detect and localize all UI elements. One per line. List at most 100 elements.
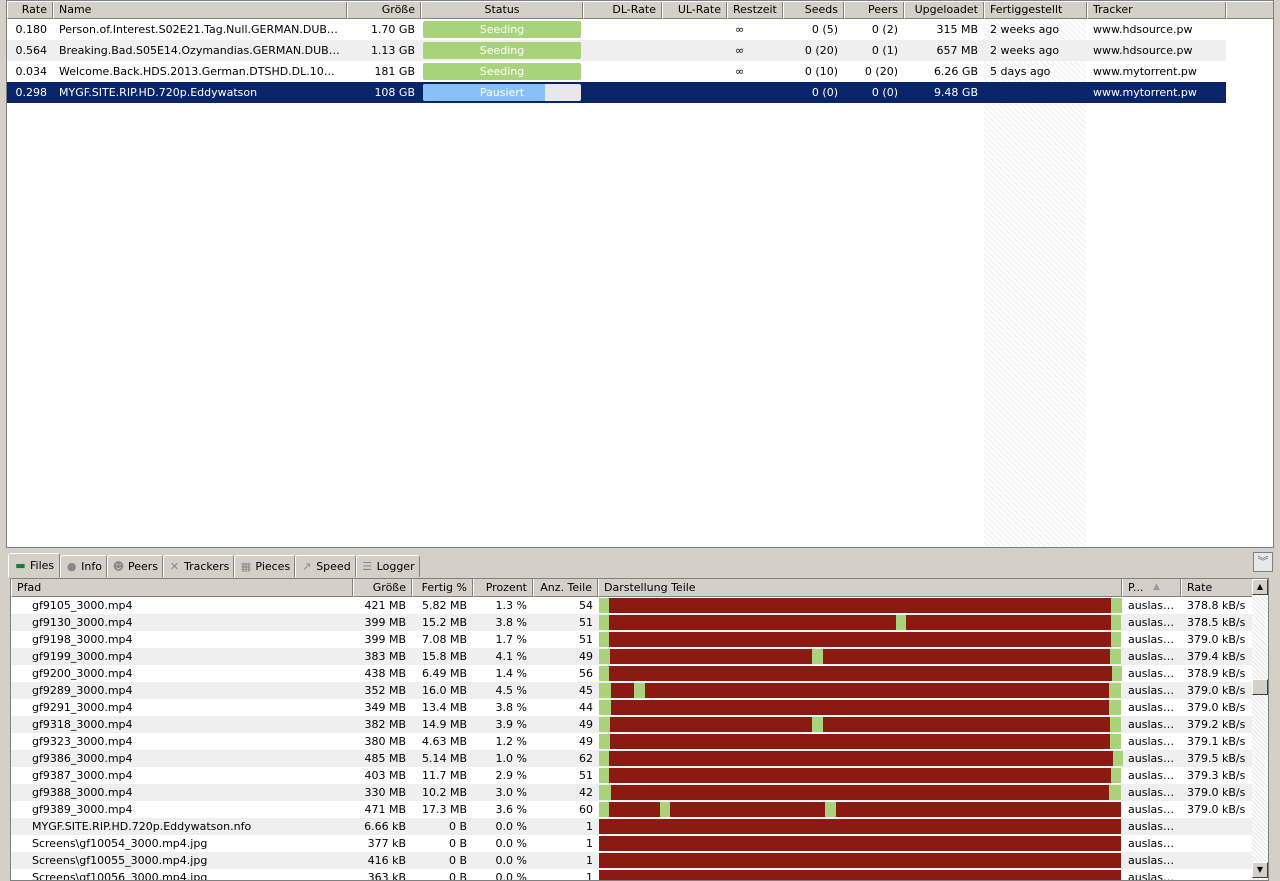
torrent-name: Welcome.Back.HDS.2013.German.DTSHD.DL.10… xyxy=(59,65,347,78)
torrent-uploaded: 6.26 GB xyxy=(933,65,978,78)
file-row[interactable]: gf9198_3000.mp4 399 MB 7.08 MB 1.7 % 51 ausla… xyxy=(11,631,1254,648)
pieces-bar xyxy=(599,700,1121,715)
tab-speed[interactable]: ↗ Speed xyxy=(295,555,356,577)
done-piece xyxy=(825,802,836,817)
pieces-bar xyxy=(599,785,1121,800)
file-prio[interactable]: auslassen xyxy=(1122,631,1181,648)
column-header-seeds[interactable]: Seeds xyxy=(783,2,844,19)
scroll-thumb[interactable] xyxy=(1252,679,1268,695)
tab-info[interactable]: ● Info xyxy=(60,555,107,577)
column-header-tracker[interactable]: Tracker xyxy=(1087,2,1226,19)
column-header-size[interactable]: Größe xyxy=(347,2,421,19)
file-done: 6.49 MB xyxy=(421,667,467,680)
file-prio[interactable]: auslassen xyxy=(1122,835,1181,852)
file-row[interactable]: gf9388_3000.mp4 330 MB 10.2 MB 3.0 % 42 ausla… xyxy=(11,784,1254,801)
file-prio[interactable]: auslassen xyxy=(1122,716,1181,733)
tab-trackers[interactable]: ✕ Trackers xyxy=(163,555,235,577)
column-header-status[interactable]: Status xyxy=(421,2,583,19)
done-piece xyxy=(599,666,610,681)
done-piece xyxy=(633,683,646,698)
file-prio[interactable]: auslassen xyxy=(1122,665,1181,682)
column-header-completed[interactable]: Fertiggestellt xyxy=(984,2,1087,19)
file-row[interactable]: gf9200_3000.mp4 438 MB 6.49 MB 1.4 % 56 ausla… xyxy=(11,665,1254,682)
scroll-up-button[interactable]: ▲ xyxy=(1252,579,1268,595)
file-prio[interactable]: auslassen xyxy=(1122,699,1181,716)
file-row[interactable]: Screens\gf10054_3000.mp4.jpg 377 kB 0 B 0.0… xyxy=(11,835,1254,852)
column-header-name[interactable]: Name xyxy=(53,2,347,19)
column-header-pct[interactable]: Prozent xyxy=(473,579,533,597)
torrent-row[interactable]: 0.298 MYGF.SITE.RIP.HD.720p.Eddywatson 108… xyxy=(7,81,1227,104)
collapse-panel-button[interactable]: ︾ xyxy=(1253,552,1273,572)
torrent-size: 181 GB xyxy=(374,65,415,78)
column-header-size[interactable]: Größe xyxy=(353,579,412,597)
file-row[interactable]: gf9389_3000.mp4 471 MB 17.3 MB 3.6 % 60 ausla… xyxy=(11,801,1254,818)
torrent-row[interactable]: 0.564 Breaking.Bad.S05E14.Ozymandias.GERM… xyxy=(7,40,1226,61)
file-rate: 379.1 kB/s xyxy=(1187,735,1246,748)
file-prio[interactable]: auslassen xyxy=(1122,869,1181,880)
torrent-row[interactable]: 0.180 Person.of.Interest.S02E21.Tag.Null.… xyxy=(7,19,1226,40)
file-prio[interactable]: auslassen xyxy=(1122,801,1181,818)
done-piece xyxy=(1110,632,1122,647)
column-header-path[interactable]: Pfad xyxy=(11,579,353,597)
done-piece xyxy=(812,649,823,664)
file-row[interactable]: gf9105_3000.mp4 421 MB 5.82 MB 1.3 % 54 ausla… xyxy=(11,597,1254,614)
file-row[interactable]: Screens\gf10056_3000.mp4.jpg 363 kB 0 B 0.0… xyxy=(11,869,1254,880)
column-header-pieces[interactable]: Anz. Teile xyxy=(533,579,598,597)
done-piece xyxy=(599,632,610,647)
file-prio[interactable]: auslassen xyxy=(1122,682,1181,699)
file-size: 399 MB xyxy=(364,633,406,646)
column-header-ul[interactable]: UL-Rate xyxy=(662,2,727,19)
file-path: gf9198_3000.mp4 xyxy=(32,633,133,646)
file-prio[interactable]: auslassen xyxy=(1122,767,1181,784)
file-prio[interactable]: auslassen xyxy=(1122,648,1181,665)
file-prio[interactable]: auslassen xyxy=(1122,733,1181,750)
file-row[interactable]: Screens\gf10055_3000.mp4.jpg 416 kB 0 B 0.0… xyxy=(11,852,1254,869)
file-rate: 379.0 kB/s xyxy=(1187,786,1246,799)
file-row[interactable]: gf9323_3000.mp4 380 MB 4.63 MB 1.2 % 49 ausla… xyxy=(11,733,1254,750)
column-header-dl[interactable]: DL-Rate xyxy=(583,2,662,19)
torrent-completed: 2 weeks ago xyxy=(990,44,1060,57)
file-row[interactable]: gf9318_3000.mp4 382 MB 14.9 MB 3.9 % 49 ausla… xyxy=(11,716,1254,733)
column-header-filler xyxy=(1226,2,1273,19)
file-prio[interactable]: auslassen xyxy=(1122,614,1181,631)
tab-label: Logger xyxy=(376,560,415,573)
column-header-prio[interactable]: P... xyxy=(1122,579,1181,597)
file-pct: 3.8 % xyxy=(495,616,527,629)
folder-icon: ▬ xyxy=(15,559,26,572)
done-piece xyxy=(1110,717,1121,732)
torrent-size: 108 GB xyxy=(374,86,415,99)
file-prio[interactable]: auslassen xyxy=(1122,852,1181,869)
column-header-rate[interactable]: Rate xyxy=(1181,579,1254,597)
file-row[interactable]: gf9291_3000.mp4 349 MB 13.4 MB 3.8 % 44 ausla… xyxy=(11,699,1254,716)
file-row[interactable]: gf9387_3000.mp4 403 MB 11.7 MB 2.9 % 51 ausla… xyxy=(11,767,1254,784)
tab-peers[interactable]: ☻ Peers xyxy=(106,555,163,577)
column-header-bar[interactable]: Darstellung Teile xyxy=(598,579,1122,597)
torrent-seeds: 0 (10) xyxy=(804,65,838,78)
torrent-row[interactable]: 0.034 Welcome.Back.HDS.2013.German.DTSHD.… xyxy=(7,61,1226,82)
tab-pieces[interactable]: ▦ Pieces xyxy=(234,555,296,577)
detail-tabs: ▬ Files ● Info ☻ Peers ✕ Trackers ▦ Pieces ↗ Speed ☰… xyxy=(8,553,420,577)
scroll-down-button[interactable]: ▼ xyxy=(1252,862,1268,878)
file-prio[interactable]: auslassen xyxy=(1122,750,1181,767)
file-list: Pfad Größe Fertig % Prozent Anz. Teile Darste… xyxy=(10,578,1269,881)
file-row[interactable]: MYGF.SITE.RIP.HD.720p.Eddywatson.nfo 6.66… xyxy=(11,818,1254,835)
vertical-scrollbar[interactable]: ▲ ▼ xyxy=(1252,579,1268,880)
column-header-rate[interactable]: Rate xyxy=(7,2,53,19)
file-pct: 4.1 % xyxy=(495,650,527,663)
column-header-peers[interactable]: Peers xyxy=(844,2,904,19)
torrent-rate: 0.180 xyxy=(15,23,48,36)
file-row[interactable]: gf9386_3000.mp4 485 MB 5.14 MB 1.0 % 62 ausla… xyxy=(11,750,1254,767)
file-row[interactable]: gf9130_3000.mp4 399 MB 15.2 MB 3.8 % 51 ausla… xyxy=(11,614,1254,631)
file-row[interactable]: gf9199_3000.mp4 383 MB 15.8 MB 4.1 % 49 ausla… xyxy=(11,648,1254,665)
column-header-eta[interactable]: Restzeit xyxy=(727,2,783,19)
file-prio[interactable]: auslassen xyxy=(1122,597,1181,614)
tab-files[interactable]: ▬ Files xyxy=(8,553,61,577)
column-header-done[interactable]: Fertig % xyxy=(412,579,473,597)
file-row[interactable]: gf9289_3000.mp4 352 MB 16.0 MB 4.5 % 45 ausla… xyxy=(11,682,1254,699)
pieces-bar xyxy=(599,649,1121,664)
file-prio[interactable]: auslassen xyxy=(1122,784,1181,801)
file-prio[interactable]: auslassen xyxy=(1122,818,1181,835)
tab-logger[interactable]: ☰ Logger xyxy=(355,555,420,577)
torrent-seeds: 0 (20) xyxy=(804,44,838,57)
column-header-uploaded[interactable]: Upgeloadet xyxy=(904,2,984,19)
